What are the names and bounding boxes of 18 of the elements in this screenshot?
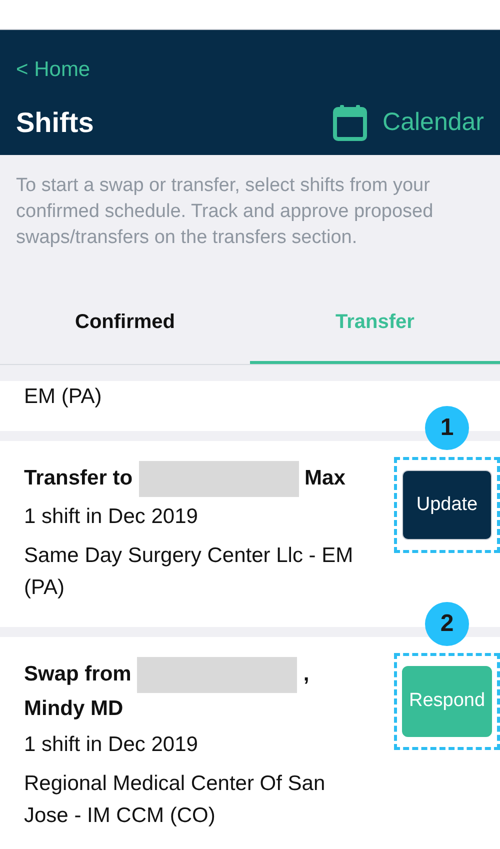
callout-number: 2	[425, 602, 469, 646]
shift-summary: 1 shift in Dec 2019	[24, 732, 199, 758]
action-button[interactable]: Update	[402, 470, 492, 540]
page-title: Shifts	[16, 106, 94, 140]
request-title: ,	[303, 662, 310, 686]
shift-summary: 1 shift in Dec 2019	[24, 504, 199, 530]
calendar-icon	[332, 104, 367, 140]
back-link[interactable]: < Home	[16, 58, 90, 81]
request-title: Mindy MD	[24, 697, 124, 720]
request-title: Max	[304, 466, 346, 490]
location-text: Same Day Surgery Center Llc - EM (PA)	[24, 543, 354, 600]
location-text: Regional Medical Center Of San Jose - IM CCM (CO)	[24, 771, 326, 828]
request-title: Transfer to	[24, 466, 133, 490]
tab[interactable]: Confirmed	[0, 285, 250, 364]
request-title: Swap from	[24, 662, 132, 686]
calendar-link[interactable]: Calendar	[332, 104, 484, 142]
location-text: EM (PA)	[24, 384, 103, 410]
info-text: To start a swap or transfer, select shifts from your confirmed schedule. Track and approve proposed swaps/transfers on the transfers section.	[15, 174, 434, 250]
